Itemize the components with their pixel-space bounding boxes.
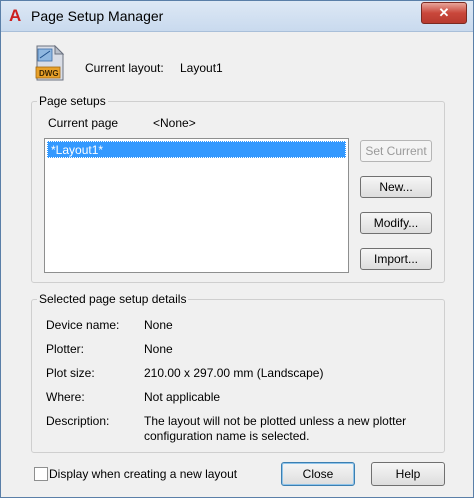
import-button[interactable]: Import... [360,248,432,270]
page-setups-group-title: Page setups [37,94,108,108]
page-setups-list[interactable]: *Layout1* [44,138,349,273]
current-page-label: Current page [48,116,119,130]
window-title: Page Setup Manager [31,8,164,24]
description-value-line2: configuration name is selected. [144,429,310,443]
where-label: Where: [46,390,85,404]
current-layout-label: Current layout: [85,61,164,75]
plot-size-label: Plot size: [46,366,95,380]
device-name-value: None [144,318,173,332]
display-on-new-layout-checkbox[interactable] [34,467,48,481]
plot-size-value: 210.00 x 297.00 mm (Landscape) [144,366,324,380]
where-value: Not applicable [144,390,221,404]
page-setup-manager-dialog: A Page Setup Manager ✕ DWG Current layou… [0,0,474,498]
display-on-new-layout-label[interactable]: Display when creating a new layout [49,467,237,481]
modify-button[interactable]: Modify... [360,212,432,234]
details-group-title: Selected page setup details [37,292,189,306]
dwg-icon-text: DWG [39,69,59,78]
close-icon: ✕ [438,5,450,20]
list-item[interactable]: *Layout1* [47,141,346,158]
plotter-value: None [144,342,173,356]
close-button[interactable]: Close [281,462,355,486]
description-value-line1: The layout will not be plotted unless a … [144,414,407,428]
autocad-a-icon: A [9,6,22,25]
device-name-label: Device name: [46,318,120,332]
new-button[interactable]: New... [360,176,432,198]
set-current-button[interactable]: Set Current [360,140,432,162]
plotter-label: Plotter: [46,342,85,356]
window-close-button[interactable]: ✕ [421,2,467,24]
dwg-file-icon: DWG [35,45,65,81]
title-bar[interactable]: A Page Setup Manager ✕ [1,1,473,32]
current-layout-value: Layout1 [180,61,223,75]
description-label: Description: [46,414,110,428]
current-page-value: <None> [153,116,196,130]
help-button[interactable]: Help [371,462,445,486]
